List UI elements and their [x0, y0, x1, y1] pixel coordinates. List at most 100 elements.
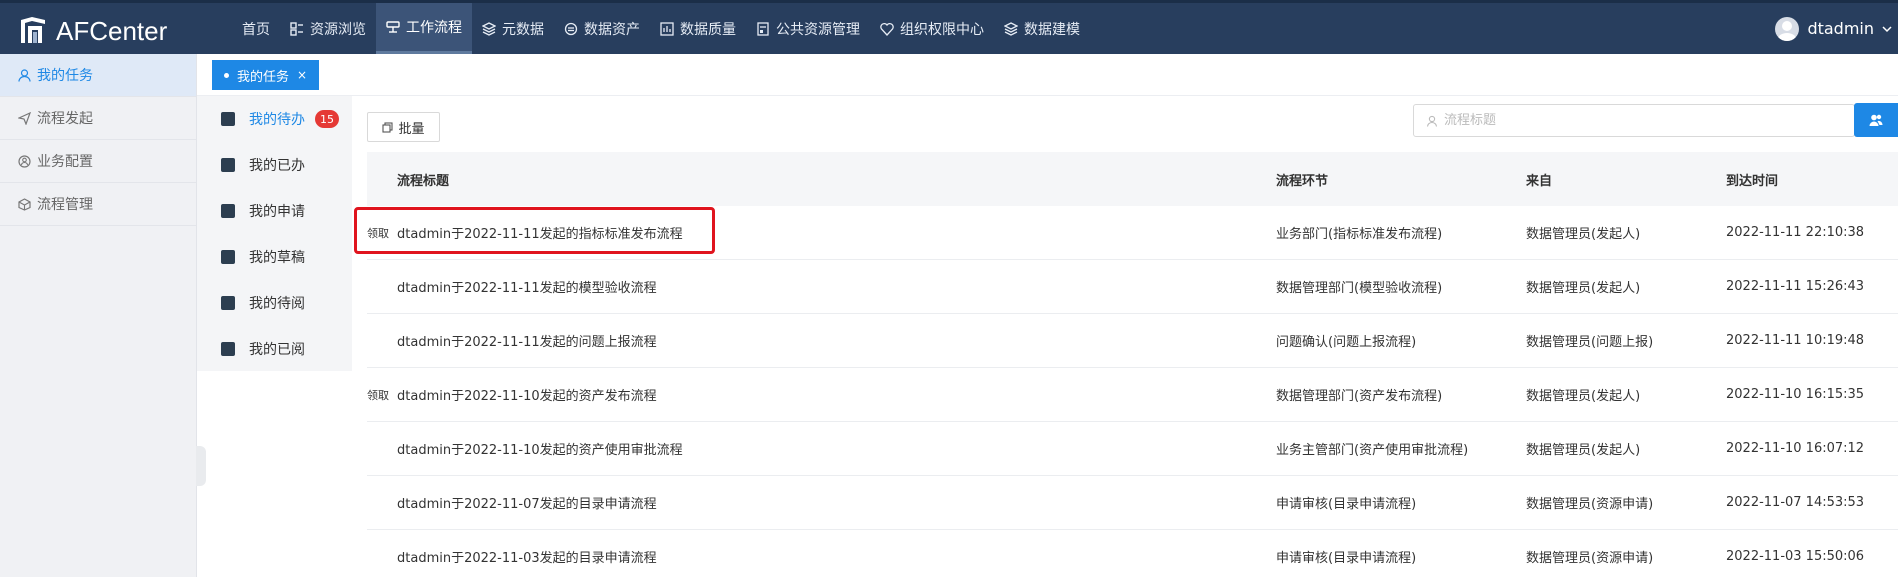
- row-from: 数据管理员(发起人): [1526, 281, 1641, 296]
- todo-list-icon: [221, 112, 235, 126]
- nav-item-resource-browse[interactable]: 资源浏览: [280, 3, 376, 54]
- submenu-item-label: 我的已办: [249, 158, 305, 174]
- row-title[interactable]: dtadmin于2022-11-10发起的资产发布流程: [397, 385, 1276, 404]
- submenu-item-label: 我的申请: [249, 204, 305, 220]
- nav-item-data-modeling[interactable]: 数据建模: [994, 3, 1090, 54]
- row-time: 2022-11-11 22:10:38: [1726, 225, 1865, 240]
- row-time: 2022-11-10 16:07:12: [1726, 441, 1865, 456]
- table-row[interactable]: dtadmin于2022-11-03发起的目录申请流程 申请审核(目录申请流程)…: [367, 530, 1898, 577]
- tab-strip: 我的任务 ×: [197, 54, 1898, 96]
- submenu-item-done[interactable]: 我的已办: [197, 142, 352, 188]
- user-icon: [1426, 115, 1438, 127]
- sidebar-item-label: 业务配置: [37, 154, 93, 170]
- sidebar-collapse-handle[interactable]: [196, 446, 206, 486]
- nav-item-data-quality[interactable]: 数据质量: [650, 3, 746, 54]
- row-from: 数据管理员(发起人): [1526, 227, 1641, 242]
- table-row[interactable]: 领取 dtadmin于2022-11-10发起的资产发布流程 数据管理部门(资产…: [367, 368, 1898, 422]
- row-time: 2022-11-10 16:15:35: [1726, 387, 1865, 402]
- row-step: 业务主管部门(资产使用审批流程): [1276, 443, 1469, 458]
- message-icon: [221, 296, 235, 310]
- tab-close-icon[interactable]: ×: [297, 68, 307, 82]
- nav-item-public-resources[interactable]: 公共资源管理: [746, 3, 870, 54]
- nav-label: 数据质量: [680, 21, 736, 38]
- user-menu[interactable]: dtadmin: [1775, 3, 1898, 54]
- sidebar-item-label: 流程管理: [37, 197, 93, 213]
- submenu-item-label: 我的已阅: [249, 342, 305, 358]
- nav-item-data-assets[interactable]: 数据资产: [554, 3, 650, 54]
- layers-icon: [1004, 21, 1018, 36]
- batch-button[interactable]: 批量: [367, 112, 440, 142]
- nav-item-workflow[interactable]: 工作流程: [376, 3, 472, 54]
- chevron-down-icon: [1882, 25, 1892, 32]
- sidebar: 我的任务 流程发起 业务配置 流程管理: [0, 54, 197, 577]
- sidebar-item-business-config[interactable]: 业务配置: [0, 140, 196, 183]
- row-title[interactable]: dtadmin于2022-11-11发起的问题上报流程: [397, 331, 1276, 350]
- row-title[interactable]: dtadmin于2022-11-11发起的指标标准发布流程: [397, 223, 1276, 242]
- submenu-item-todo[interactable]: 我的待办 15: [197, 96, 352, 142]
- table-row[interactable]: dtadmin于2022-11-11发起的问题上报流程 问题确认(问题上报流程)…: [367, 314, 1898, 368]
- search-button[interactable]: [1854, 103, 1898, 137]
- row-step: 业务部门(指标标准发布流程): [1276, 227, 1443, 242]
- nav-item-org-permissions[interactable]: 组织权限中心: [870, 3, 994, 54]
- submenu-item-to-read[interactable]: 我的待阅: [197, 280, 352, 326]
- sidebar-item-start-process[interactable]: 流程发起: [0, 97, 196, 140]
- row-step: 问题确认(问题上报流程): [1276, 335, 1417, 350]
- tab-active-dot: [224, 72, 229, 78]
- app-logo[interactable]: AFCenter: [18, 15, 167, 47]
- search-input[interactable]: [1438, 105, 1854, 136]
- nav-label: 组织权限中心: [900, 21, 984, 38]
- sidebar-item-my-tasks[interactable]: 我的任务: [0, 54, 196, 97]
- main-nav: 首页 资源浏览 工作流程 元数据 数据资产 数据质量 公共资源管理 组织权限中心…: [232, 3, 1090, 54]
- chart-icon: [660, 21, 674, 36]
- nav-item-home[interactable]: 首页: [232, 3, 280, 54]
- row-time: 2022-11-07 14:53:53: [1726, 495, 1865, 510]
- row-from: 数据管理员(问题上报): [1526, 335, 1654, 350]
- sidebar-item-label: 我的任务: [37, 68, 93, 84]
- send-icon: [18, 111, 31, 125]
- table-row[interactable]: dtadmin于2022-11-11发起的模型验收流程 数据管理部门(模型验收流…: [367, 260, 1898, 314]
- inbox-icon: [221, 250, 235, 264]
- claim-link[interactable]: 领取: [367, 387, 397, 403]
- logo-icon: [21, 17, 45, 43]
- batch-label: 批量: [398, 121, 425, 137]
- header-from[interactable]: 来自: [1526, 170, 1726, 189]
- nav-label: 元数据: [502, 21, 544, 38]
- nav-label: 工作流程: [406, 20, 462, 36]
- row-title[interactable]: dtadmin于2022-11-07发起的目录申请流程: [397, 493, 1276, 512]
- avatar: [1775, 16, 1800, 41]
- submenu-item-drafts[interactable]: 我的草稿: [197, 234, 352, 280]
- row-time: 2022-11-11 15:26:43: [1726, 279, 1865, 294]
- top-navbar: AFCenter 首页 资源浏览 工作流程 元数据 数据资产 数据质量 公共资源…: [0, 0, 1898, 54]
- nav-label: 资源浏览: [310, 21, 366, 38]
- claim-link[interactable]: 领取: [367, 225, 397, 241]
- nav-label: 首页: [242, 21, 270, 38]
- header-title[interactable]: 流程标题: [397, 170, 1276, 189]
- nav-item-metadata[interactable]: 元数据: [472, 3, 554, 54]
- layers-icon: [482, 21, 496, 36]
- row-from: 数据管理员(资源申请): [1526, 497, 1654, 512]
- row-title[interactable]: dtadmin于2022-11-03发起的目录申请流程: [397, 547, 1276, 566]
- row-title[interactable]: dtadmin于2022-11-11发起的模型验收流程: [397, 277, 1276, 296]
- table-row[interactable]: dtadmin于2022-11-10发起的资产使用审批流程 业务主管部门(资产使…: [367, 422, 1898, 476]
- submenu-item-applications[interactable]: 我的申请: [197, 188, 352, 234]
- username: dtadmin: [1807, 19, 1874, 38]
- submenu-item-read[interactable]: 我的已阅: [197, 326, 352, 372]
- row-title[interactable]: dtadmin于2022-11-10发起的资产使用审批流程: [397, 439, 1276, 458]
- table-header: 流程标题 流程环节 来自 到达时间: [367, 152, 1898, 206]
- submenu-item-label: 我的草稿: [249, 250, 305, 266]
- table-row[interactable]: 领取 dtadmin于2022-11-11发起的指标标准发布流程 业务部门(指标…: [367, 206, 1898, 260]
- sidebar-item-process-management[interactable]: 流程管理: [0, 183, 196, 226]
- row-step: 申请审核(目录申请流程): [1276, 497, 1417, 512]
- nav-label: 数据资产: [584, 21, 640, 38]
- user-icon: [18, 68, 31, 82]
- todo-count-badge: 15: [315, 110, 339, 128]
- header-time[interactable]: 到达时间: [1726, 170, 1898, 189]
- shield-icon: [880, 22, 894, 36]
- row-step: 申请审核(目录申请流程): [1276, 551, 1417, 566]
- header-step[interactable]: 流程环节: [1276, 170, 1526, 189]
- submenu-item-label: 我的待办: [249, 112, 305, 128]
- table-row[interactable]: dtadmin于2022-11-07发起的目录申请流程 申请审核(目录申请流程)…: [367, 476, 1898, 530]
- row-from: 数据管理员(资源申请): [1526, 551, 1654, 566]
- nav-label: 公共资源管理: [776, 21, 860, 38]
- tab-my-tasks[interactable]: 我的任务 ×: [212, 60, 320, 90]
